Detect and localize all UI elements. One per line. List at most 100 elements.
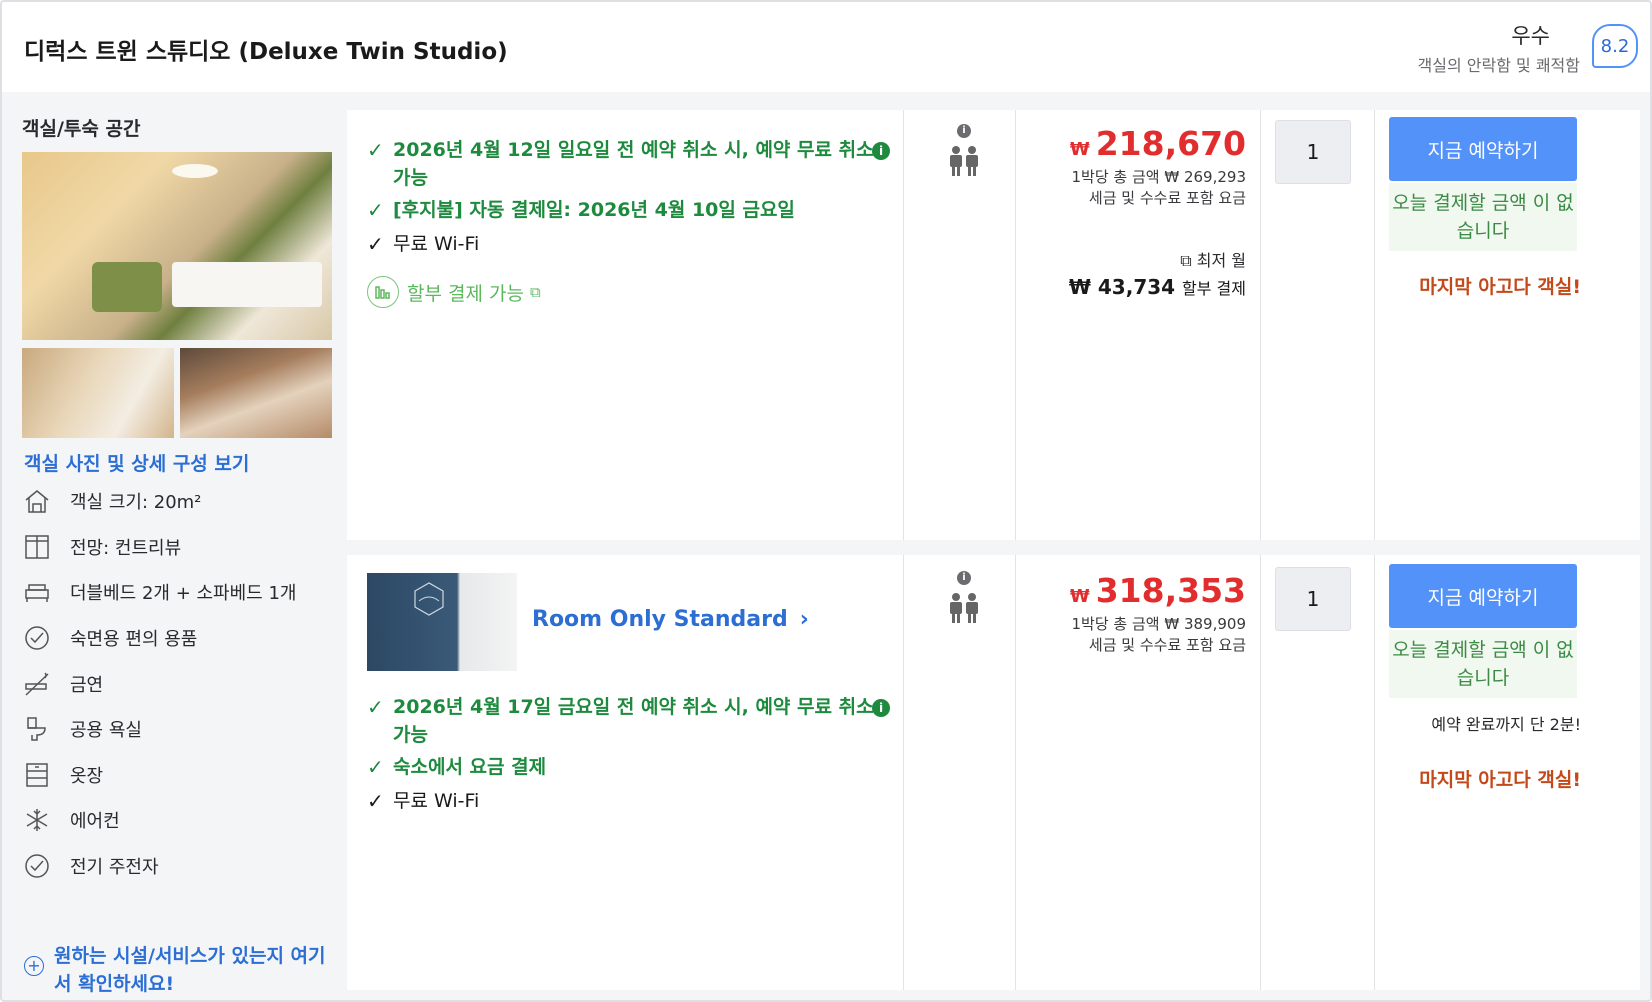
amenity-label: 옷장 (70, 766, 104, 787)
info-icon[interactable]: i (872, 699, 890, 717)
price-total: 1박당 총 금액 ₩ 269,293 (1071, 168, 1246, 186)
wardrobe-icon (22, 760, 52, 790)
house-icon (22, 486, 52, 516)
benefit-pay-later: ✓ [후지불] 자동 결제일: 2026년 4월 10일 금요일 (367, 196, 887, 224)
facilities-check-link[interactable]: + 원하는 시설/서비스가 있는지 여기서 확인하세요! (24, 942, 334, 998)
snowflake-icon (22, 805, 52, 835)
price-current: ₩218,670 (1026, 124, 1246, 163)
benefit-text: [후지불] 자동 결제일: 2026년 4월 10일 금요일 (393, 199, 795, 221)
toilet-icon (22, 714, 52, 744)
benefit-text: 2026년 4월 17일 금요일 전 예약 취소 시, 예약 무료 취소 가능 (393, 696, 874, 746)
amenity-label: 객실 크기: 20m² (70, 492, 202, 513)
bed-shape (172, 262, 322, 307)
installment-label: 할부 결제 가능 (407, 282, 524, 305)
check-icon: ✓ (367, 789, 384, 813)
pay-today-note: 오늘 결제할 금액 이 없습니다 (1389, 183, 1577, 251)
rate-offer-1: ✓ 2026년 4월 12일 일요일 전 예약 취소 시, 예약 무료 취소 가… (347, 110, 1640, 540)
room-title: 디럭스 트윈 스튜디오 (Deluxe Twin Studio) (24, 39, 508, 65)
amenity-wardrobe: 옷장 (22, 758, 103, 792)
window-icon (22, 532, 52, 562)
amenity-no-smoking: 금연 (22, 667, 103, 701)
currency-symbol: ₩ (1069, 139, 1090, 160)
chevron-right-icon: › (799, 607, 809, 632)
amenity-label: 금연 (70, 675, 104, 696)
price-value: 218,670 (1095, 124, 1246, 163)
book-now-button[interactable]: 지금 예약하기 (1389, 117, 1577, 181)
amenity-view: 전망: 컨트리뷰 (22, 530, 181, 564)
room-photos-link[interactable]: 객실 사진 및 상세 구성 보기 (24, 449, 249, 476)
amenity-sleep-kit: 숙면용 편의 용품 (22, 621, 197, 655)
amenity-kettle: 전기 주전자 (22, 849, 159, 883)
room-info-panel: 객실/투숙 공간 객실 사진 및 상세 구성 보기 객실 크기: 20m² 전망… (2, 94, 347, 1000)
check-circle-icon (22, 851, 52, 881)
info-icon[interactable]: i (872, 142, 890, 160)
benefit-text: 2026년 4월 12일 일요일 전 예약 취소 시, 예약 무료 취소 가능 (393, 139, 874, 189)
check-icon: ✓ (367, 198, 384, 222)
ceiling-lamp (172, 164, 218, 178)
external-link-icon: ⧉ (529, 283, 541, 301)
check-icon: ✓ (367, 695, 384, 719)
installment-price: ₩ 43,734 할부 결제 (1026, 275, 1246, 299)
amenity-label: 공용 욕실 (70, 720, 142, 741)
column-divider (1374, 110, 1375, 540)
column-divider (1374, 555, 1375, 990)
installment-price-value: ₩ 43,734 (1068, 275, 1176, 299)
column-divider (903, 110, 904, 540)
copy-icon: ⧉ (1180, 251, 1197, 270)
book-now-button[interactable]: 지금 예약하기 (1389, 564, 1577, 628)
installment-min[interactable]: ⧉ 최저 월 (1026, 247, 1246, 271)
rate-offer-2: Room Only Standard › ✓ 2026년 4월 17일 금요일 … (347, 555, 1640, 990)
room-photo-thumb-2[interactable] (180, 348, 332, 438)
benefit-pay-at-property: ✓ 숙소에서 요금 결제 (367, 753, 887, 781)
installment-min-label: 최저 월 (1196, 251, 1246, 270)
column-divider (903, 555, 904, 990)
price-tax-note: 세금 및 수수료 포함 요금 (1088, 636, 1246, 654)
price-total: 1박당 총 금액 ₩ 389,909 (1071, 615, 1246, 633)
room-photo-thumb-1[interactable] (22, 348, 174, 438)
check-icon: ✓ (367, 755, 384, 779)
installment-option[interactable]: 할부 결제 가능 ⧉ (367, 276, 541, 308)
amenity-label: 에어컨 (70, 811, 120, 832)
amenity-label: 숙면용 편의 용품 (70, 629, 198, 650)
room-name-link[interactable]: Room Only Standard › (532, 607, 809, 632)
pay-today-note: 오늘 결제할 금액 이 없습니다 (1389, 630, 1577, 698)
currency-symbol: ₩ (1069, 586, 1090, 607)
room-header: 디럭스 트윈 스튜디오 (Deluxe Twin Studio) 우수 객실의 … (2, 2, 1650, 92)
occupancy[interactable]: i (905, 571, 1023, 629)
plus-circle-icon: + (24, 956, 44, 976)
price-block: ₩218,670 1박당 총 금액 ₩ 269,293 세금 및 수수료 포함 … (1026, 124, 1246, 299)
room-quantity-select[interactable]: 1 (1275, 567, 1351, 631)
room-name-label: Room Only Standard (532, 607, 788, 632)
column-divider (1260, 110, 1261, 540)
check-icon: ✓ (367, 232, 384, 256)
rating-word: 우수 (1511, 24, 1550, 48)
facilities-check-label[interactable]: 원하는 시설/서비스가 있는지 여기서 확인하세요! (54, 942, 334, 998)
price-current: ₩318,353 (1026, 571, 1246, 610)
occupancy[interactable]: i (905, 124, 1023, 182)
column-divider (1260, 555, 1261, 990)
urgency-message: 마지막 아고다 객실! (1419, 769, 1581, 791)
benefit-free-cancel: ✓ 2026년 4월 17일 금요일 전 예약 취소 시, 예약 무료 취소 가… (367, 693, 887, 749)
price-value: 318,353 (1095, 571, 1246, 610)
room-photo-main[interactable] (22, 152, 332, 340)
check-circle-icon (22, 623, 52, 653)
room-thumbnail[interactable] (367, 573, 517, 671)
installment-chart-icon (367, 276, 399, 308)
info-icon: i (957, 571, 971, 585)
check-icon: ✓ (367, 138, 384, 162)
room-quantity-select[interactable]: 1 (1275, 120, 1351, 184)
benefit-wifi: ✓ 무료 Wi-Fi (367, 230, 887, 258)
sofa-shape (92, 262, 162, 312)
benefit-free-cancel: ✓ 2026년 4월 12일 일요일 전 예약 취소 시, 예약 무료 취소 가… (367, 136, 887, 192)
rating-subtitle: 객실의 안락함 및 쾌적함 (1417, 56, 1580, 75)
amenity-label: 전망: 컨트리뷰 (70, 538, 182, 559)
price-block: ₩318,353 1박당 총 금액 ₩ 389,909 세금 및 수수료 포함 … (1026, 571, 1246, 656)
benefit-text: 숙소에서 요금 결제 (393, 756, 547, 778)
info-icon: i (957, 124, 971, 138)
time-left-note: 예약 완료까지 단 2분! (1431, 715, 1581, 734)
two-guests-icon (950, 593, 978, 623)
amenity-label: 전기 주전자 (70, 857, 159, 878)
installment-suffix: 할부 결제 (1182, 279, 1246, 298)
amenity-room-size: 객실 크기: 20m² (22, 484, 201, 518)
section-title: 객실/투숙 공간 (22, 118, 141, 140)
